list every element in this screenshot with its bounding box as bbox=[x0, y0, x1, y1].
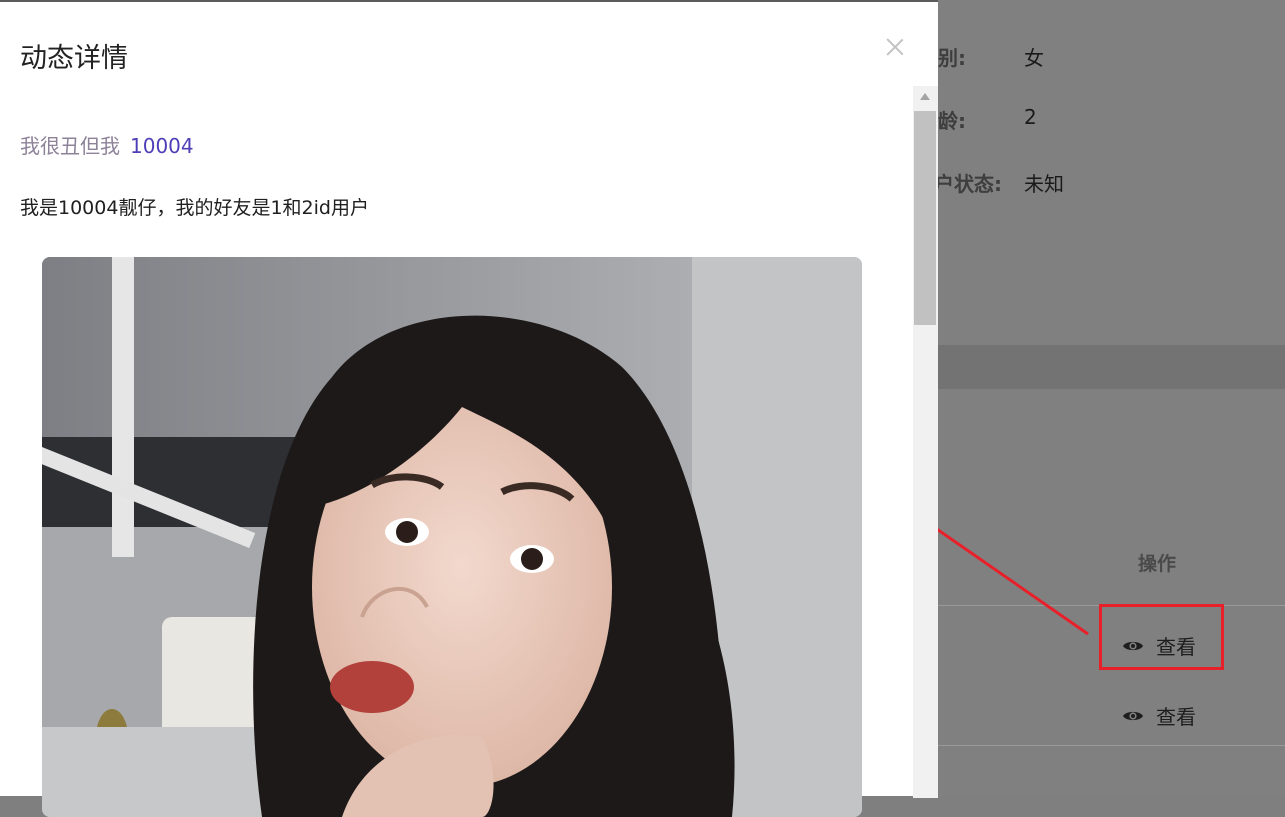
scroll-up-arrow-icon[interactable] bbox=[920, 93, 930, 100]
post-content: 我是10004靓仔，我的好友是1和2id用户 bbox=[20, 197, 369, 219]
post-author: 我很丑但我 10004 bbox=[20, 130, 194, 159]
scrollbar-thumb[interactable] bbox=[914, 111, 936, 325]
modal-title: 动态详情 bbox=[20, 43, 128, 74]
portrait-photo bbox=[42, 257, 862, 817]
post-image bbox=[42, 257, 862, 817]
close-icon[interactable] bbox=[884, 36, 906, 58]
post-detail-modal: 动态详情 我很丑但我 10004 我是10004靓仔，我的好友是1和2id用户 bbox=[0, 0, 938, 817]
author-nickname: 我很丑但我 bbox=[20, 134, 120, 158]
author-id: 10004 bbox=[130, 134, 194, 158]
modal-scrollbar[interactable] bbox=[913, 86, 938, 798]
